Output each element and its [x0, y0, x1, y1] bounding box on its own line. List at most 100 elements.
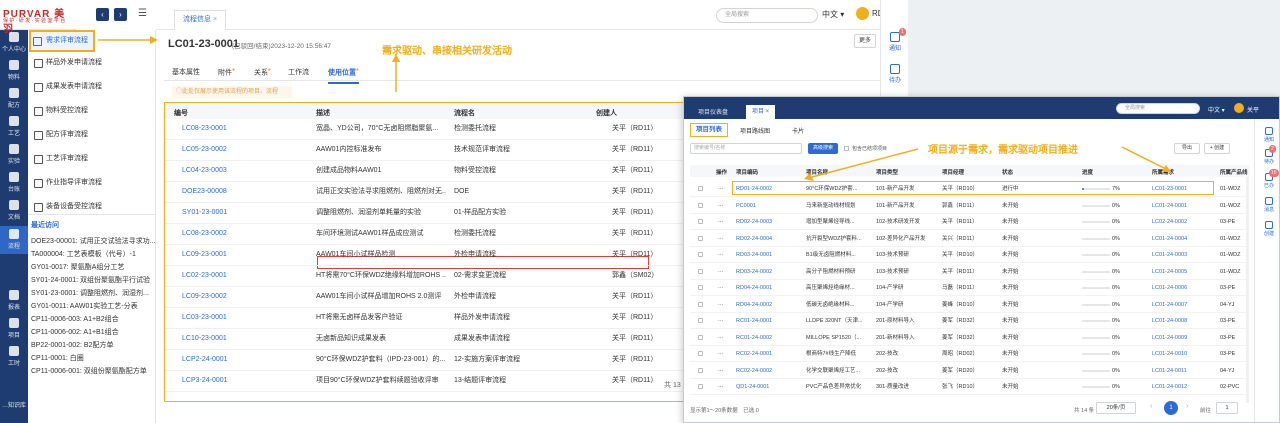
- row-status: 未开始: [1002, 202, 1019, 209]
- row-code[interactable]: RD04-24-0002: [736, 301, 802, 309]
- row-op-menu[interactable]: ···: [718, 218, 724, 226]
- row-checkbox[interactable]: [698, 367, 703, 373]
- row-dem[interactable]: LC02-24-0002: [1152, 218, 1216, 226]
- row-name: B1级无卤阻燃材料...: [806, 252, 856, 258]
- row-dem[interactable]: LC01-24-0003: [1152, 251, 1216, 259]
- row-mgr: 关平（RD11）: [942, 219, 978, 225]
- progress-bar: [1082, 353, 1110, 355]
- row-op-menu[interactable]: ···: [718, 235, 724, 243]
- row-dem[interactable]: LC01-24-0004: [1152, 235, 1216, 243]
- row-dem[interactable]: LC01-24-0007: [1152, 301, 1216, 309]
- row-line: 02-PVC: [1220, 384, 1240, 390]
- row-dem[interactable]: LC01-24-0012: [1152, 383, 1216, 391]
- row-dem[interactable]: LC01-24-0011: [1152, 367, 1216, 375]
- row-checkbox[interactable]: [698, 268, 703, 274]
- row-name: 化学交联聚烯烃工艺...: [806, 367, 861, 374]
- row-type: 103-技术预研: [876, 252, 910, 258]
- row-name: 高压聚烯烃绝缘材...: [806, 285, 855, 291]
- row-prog: 0%: [1112, 318, 1120, 324]
- row-checkbox[interactable]: [698, 202, 703, 208]
- row-op-menu[interactable]: ···: [718, 350, 724, 358]
- row-code[interactable]: RC02-24-0001: [736, 350, 802, 358]
- row-dem[interactable]: LC01-24-0005: [1152, 268, 1216, 276]
- row-checkbox[interactable]: [698, 186, 703, 191]
- row-code[interactable]: PC0001: [736, 202, 802, 210]
- row-line: 01-WDZ: [1220, 186, 1241, 192]
- row-op-menu[interactable]: ···: [718, 284, 724, 292]
- row-checkbox[interactable]: [698, 219, 703, 224]
- row-dem[interactable]: LC01-24-0001: [1152, 202, 1216, 210]
- row-dem[interactable]: LC01-24-0009: [1152, 334, 1216, 342]
- row-op-menu[interactable]: ···: [718, 268, 724, 276]
- row-line: 01-WDZ: [1220, 202, 1241, 209]
- row-prog: 0%: [1112, 202, 1120, 209]
- row-checkbox[interactable]: [698, 285, 703, 290]
- progress-bar: [1082, 270, 1110, 273]
- row-type: 101-新产品开发: [876, 202, 915, 209]
- row-checkbox[interactable]: [698, 334, 703, 340]
- row-prog: 0%: [1112, 252, 1120, 258]
- row-code[interactable]: RD04-24-0001: [736, 284, 802, 292]
- row-mgr: 马磊（RD11）: [942, 285, 978, 291]
- row-dem[interactable]: LC01-24-0008: [1152, 317, 1216, 325]
- row-op-menu[interactable]: ···: [718, 383, 724, 391]
- row-dem[interactable]: LC01-24-0006: [1152, 284, 1216, 292]
- row-line: 01-WDZ: [1220, 252, 1241, 258]
- row-name: 根商特7#线生产降低: [806, 351, 857, 357]
- progress-bar: [1082, 303, 1110, 306]
- row-prog: 0%: [1112, 351, 1120, 357]
- row-checkbox[interactable]: [698, 384, 703, 389]
- row-line: 03-PE: [1220, 351, 1236, 357]
- row-op-menu[interactable]: ···: [718, 317, 724, 325]
- row-code[interactable]: RD02-24-0003: [736, 218, 802, 226]
- row-type: 201-新材料导入: [876, 334, 915, 341]
- row-op-menu[interactable]: ···: [718, 367, 724, 375]
- progress-bar: [1082, 336, 1110, 339]
- row-line: 04-YJ: [1220, 367, 1235, 374]
- row-code[interactable]: RC02-24-0002: [736, 367, 802, 375]
- row-mgr: 张飞（RD10）: [942, 384, 979, 390]
- row-status: 未开始: [1002, 219, 1019, 225]
- row-line: 03-PE: [1220, 334, 1236, 341]
- row-code[interactable]: RD03-24-0002: [736, 268, 802, 276]
- row-status: 未开始: [1002, 367, 1019, 374]
- row-name: PVC产品色差异常优化: [806, 384, 862, 390]
- row-op-menu[interactable]: ···: [718, 185, 724, 193]
- row-type: 201-原材料导入: [876, 318, 915, 324]
- row-code[interactable]: RC01-24-0001: [736, 317, 802, 325]
- row-line: 03-PE: [1220, 318, 1236, 324]
- row-checkbox[interactable]: [698, 235, 703, 241]
- row-status: 未开始: [1002, 235, 1019, 242]
- progress-bar: [1082, 188, 1110, 190]
- row-line: 03-PE: [1220, 219, 1236, 225]
- row-type: 202-技改: [876, 367, 899, 374]
- row-name: LLDPE 320NT（天津...: [806, 318, 863, 324]
- row-status: 未开始: [1002, 301, 1019, 308]
- row-type: 104-产学研: [876, 301, 904, 308]
- row-op-menu[interactable]: ···: [718, 251, 724, 259]
- row-mgr: 姜军（RD20）: [942, 367, 979, 374]
- row-checkbox[interactable]: [698, 318, 703, 323]
- row-prog: 0%: [1112, 235, 1120, 242]
- row-mgr: 关平（RD11）: [942, 268, 978, 275]
- row-code[interactable]: RC01-24-0002: [736, 334, 802, 342]
- row-code[interactable]: QD1-24-0001: [736, 383, 802, 391]
- row-checkbox[interactable]: [698, 252, 703, 257]
- row-mgr: 关兴（RD11）: [942, 235, 978, 242]
- row-dem[interactable]: LC01-24-0010: [1152, 350, 1216, 358]
- row-prog: 0%: [1112, 285, 1120, 291]
- row-status: 未开始: [1002, 268, 1019, 275]
- row-prog: 0%: [1112, 334, 1120, 341]
- row-op-menu[interactable]: ···: [718, 202, 724, 210]
- row-op-menu[interactable]: ···: [718, 334, 724, 342]
- row-code[interactable]: RD01-24-0002: [736, 185, 802, 193]
- row-checkbox[interactable]: [698, 301, 703, 307]
- row-code[interactable]: RD02-24-0004: [736, 235, 802, 243]
- row-status: 未开始: [1002, 285, 1019, 291]
- row-code[interactable]: RD03-24-0001: [736, 251, 802, 259]
- progress-bar: [1082, 369, 1110, 372]
- row-checkbox[interactable]: [698, 351, 703, 356]
- row-op-menu[interactable]: ···: [718, 301, 724, 309]
- row-prog: 0%: [1112, 384, 1120, 390]
- row-dem[interactable]: LC01-23-0001: [1152, 185, 1216, 193]
